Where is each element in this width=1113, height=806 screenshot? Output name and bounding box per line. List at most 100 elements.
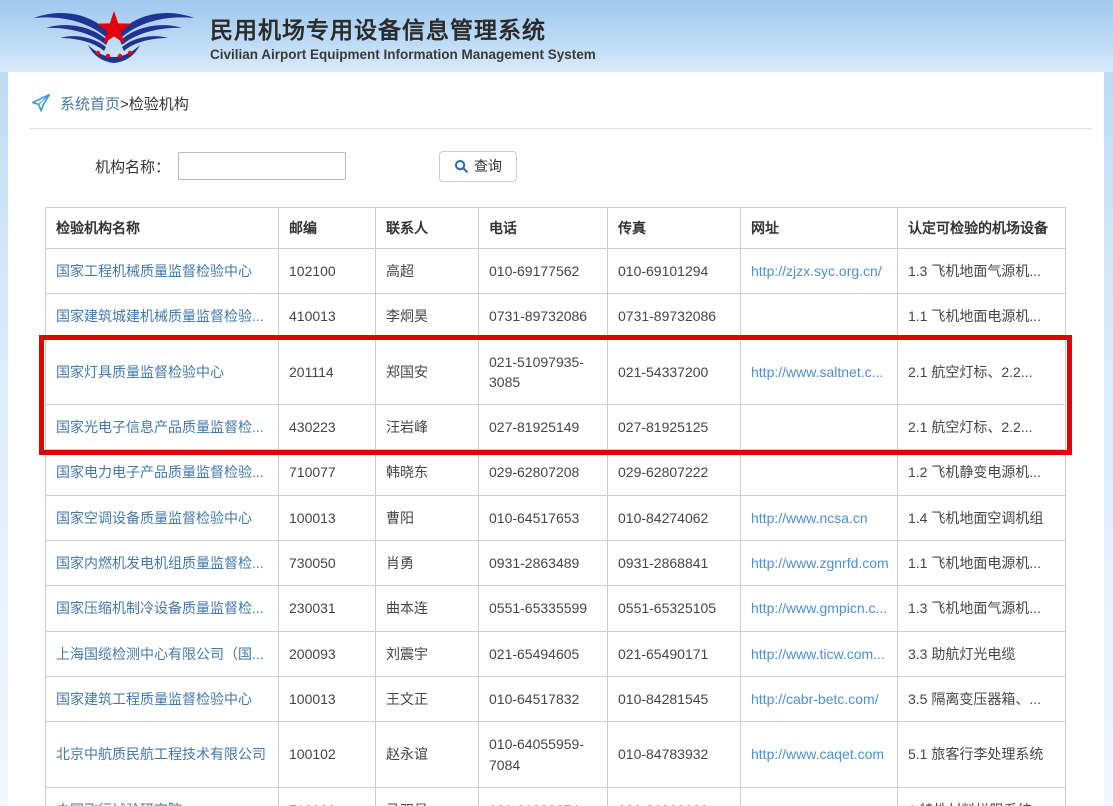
search-bar: 机构名称： 查询 (95, 151, 1084, 181)
institution-name-cell: 国家灯具质量监督检验中心 (46, 339, 279, 405)
institution-name-cell: 国家光电子信息产品质量监督检... (46, 405, 279, 450)
website-cell (741, 405, 898, 450)
fax-cell: 029-62807222 (608, 450, 741, 495)
phone-cell: 029-62807208 (479, 450, 608, 495)
column-header: 检验机构名称 (46, 208, 279, 249)
column-header: 联系人 (376, 208, 479, 249)
search-button-label: 查询 (474, 156, 502, 176)
institutions-table-wrapper: 检验机构名称邮编联系人电话传真网址认定可检验的机场设备 国家工程机械质量监督检验… (45, 207, 1065, 806)
paper-plane-icon (30, 92, 52, 114)
institution-link[interactable]: 上海国缆检测中心有限公司（国... (56, 646, 264, 662)
website-cell: http://www.saltnet.c... (741, 339, 898, 405)
breadcrumb-home-link[interactable]: 系统首页 (60, 93, 120, 114)
institution-link[interactable]: 北京中航质民航工程技术有限公司 (56, 746, 266, 762)
website-cell (741, 294, 898, 339)
institution-name-cell: 国家压缩机制冷设备质量监督检... (46, 586, 279, 631)
table-row: 上海国缆检测中心有限公司（国...200093刘震宇021-6549460502… (46, 631, 1066, 676)
equipment-cell: 1.3 飞机地面气源机... (898, 586, 1066, 631)
contact-cell: 马双员 (376, 787, 479, 806)
search-button[interactable]: 查询 (439, 151, 517, 182)
phone-cell: 027-81925149 (479, 405, 608, 450)
fax-cell: 0931-2868841 (608, 541, 741, 586)
org-name-input[interactable] (178, 152, 346, 180)
phone-cell: 0931-2863489 (479, 541, 608, 586)
table-row: 国家压缩机制冷设备质量监督检...230031曲本连0551-653355990… (46, 586, 1066, 631)
institution-link[interactable]: 国家空调设备质量监督检验中心 (56, 510, 252, 526)
table-row: 中国飞行试验研究院710089马双员029-86838374029-862020… (46, 787, 1066, 806)
institution-link[interactable]: 国家工程机械质量监督检验中心 (56, 263, 252, 279)
table-row: 国家空调设备质量监督检验中心100013曹阳010-64517653010-84… (46, 495, 1066, 540)
fax-cell: 010-84783932 (608, 722, 741, 788)
zip-cell: 100102 (279, 722, 376, 788)
zip-cell: 230031 (279, 586, 376, 631)
column-header: 传真 (608, 208, 741, 249)
website-link[interactable]: http://www.zgnrfd.com (751, 555, 889, 571)
website-cell: http://zjzx.syc.org.cn/ (741, 249, 898, 294)
phone-cell: 0731-89732086 (479, 294, 608, 339)
equipment-cell: 3.3 助航灯光电缆 (898, 631, 1066, 676)
zip-cell: 200093 (279, 631, 376, 676)
fax-cell: 021-54337200 (608, 339, 741, 405)
fax-cell: 027-81925125 (608, 405, 741, 450)
phone-cell: 010-64055959-7084 (479, 722, 608, 788)
institution-name-cell: 国家建筑工程质量监督检验中心 (46, 676, 279, 721)
table-row: 国家工程机械质量监督检验中心102100高超010-69177562010-69… (46, 249, 1066, 294)
equipment-cell: 1.1 飞机地面电源机... (898, 294, 1066, 339)
contact-cell: 曹阳 (376, 495, 479, 540)
institution-link[interactable]: 中国飞行试验研究院 (56, 802, 182, 806)
website-link[interactable]: http://www.ncsa.cn (751, 510, 868, 526)
equipment-cell: 5.1 旅客行李处理系统 (898, 722, 1066, 788)
equipment-cell: 2.1 航空灯标、2.2... (898, 339, 1066, 405)
website-link[interactable]: http://www.ticw.com... (751, 646, 885, 662)
website-link[interactable]: http://www.gmpicn.c... (751, 600, 887, 616)
institution-link[interactable]: 国家电力电子产品质量监督检验... (56, 464, 264, 480)
zip-cell: 201114 (279, 339, 376, 405)
table-row: 国家内燃机发电机组质量监督检...730050肖勇0931-2863489093… (46, 541, 1066, 586)
zip-cell: 710077 (279, 450, 376, 495)
contact-cell: 郑国安 (376, 339, 479, 405)
website-link[interactable]: http://www.saltnet.c... (751, 364, 883, 380)
website-cell: http://cabr-betc.com/ (741, 676, 898, 721)
institution-link[interactable]: 国家建筑工程质量监督检验中心 (56, 691, 252, 707)
institution-link[interactable]: 国家内燃机发电机组质量监督检... (56, 555, 264, 571)
phone-cell: 0551-65335599 (479, 586, 608, 631)
column-header: 网址 (741, 208, 898, 249)
website-cell: http://www.caqet.com (741, 722, 898, 788)
website-cell: http://www.ticw.com... (741, 631, 898, 676)
equipment-cell: 1.4 飞机地面空调机组 (898, 495, 1066, 540)
table-row: 国家灯具质量监督检验中心 201114郑国安021-51097935-308502… (46, 339, 1066, 405)
website-cell: http://www.zgnrfd.com (741, 541, 898, 586)
org-name-label: 机构名称： (95, 156, 170, 177)
app-subtitle: Civilian Airport Equipment Information M… (210, 47, 596, 62)
zip-cell: 100013 (279, 676, 376, 721)
website-cell (741, 787, 898, 806)
institution-link[interactable]: 国家光电子信息产品质量监督检... (56, 419, 264, 435)
website-link[interactable]: http://cabr-betc.com/ (751, 691, 879, 707)
fax-cell: 0731-89732086 (608, 294, 741, 339)
equipment-cell: 6 特性材料拦阻系统... (898, 787, 1066, 806)
table-row: 国家光电子信息产品质量监督检...430223汪岩峰027-8192514902… (46, 405, 1066, 450)
institution-name-cell: 国家工程机械质量监督检验中心 (46, 249, 279, 294)
institution-name-cell: 上海国缆检测中心有限公司（国... (46, 631, 279, 676)
equipment-cell: 3.5 隔离变压器箱、... (898, 676, 1066, 721)
website-link[interactable]: http://www.caqet.com (751, 746, 884, 762)
fax-cell: 0551-65325105 (608, 586, 741, 631)
phone-cell: 021-51097935-3085 (479, 339, 608, 405)
table-row: 国家建筑城建机械质量监督检验...410013李炯昊0731-897320860… (46, 294, 1066, 339)
contact-cell: 赵永谊 (376, 722, 479, 788)
institution-name-cell: 国家空调设备质量监督检验中心 (46, 495, 279, 540)
table-header-row: 检验机构名称邮编联系人电话传真网址认定可检验的机场设备 (46, 208, 1066, 249)
institution-link[interactable]: 国家灯具质量监督检验中心 (56, 364, 224, 380)
institution-link[interactable]: 国家压缩机制冷设备质量监督检... (56, 600, 264, 616)
website-link[interactable]: http://zjzx.syc.org.cn/ (751, 263, 882, 279)
institution-name-cell: 国家内燃机发电机组质量监督检... (46, 541, 279, 586)
app-header: 民用机场专用设备信息管理系统 Civilian Airport Equipmen… (0, 0, 1113, 72)
equipment-cell: 1.2 飞机静变电源机... (898, 450, 1066, 495)
zip-cell: 430223 (279, 405, 376, 450)
zip-cell: 730050 (279, 541, 376, 586)
fax-cell: 010-84281545 (608, 676, 741, 721)
institution-link[interactable]: 国家建筑城建机械质量监督检验... (56, 308, 264, 324)
phone-cell: 029-86838374 (479, 787, 608, 806)
table-row: 国家电力电子产品质量监督检验...710077韩晓东029-6280720802… (46, 450, 1066, 495)
institution-name-cell: 中国飞行试验研究院 (46, 787, 279, 806)
